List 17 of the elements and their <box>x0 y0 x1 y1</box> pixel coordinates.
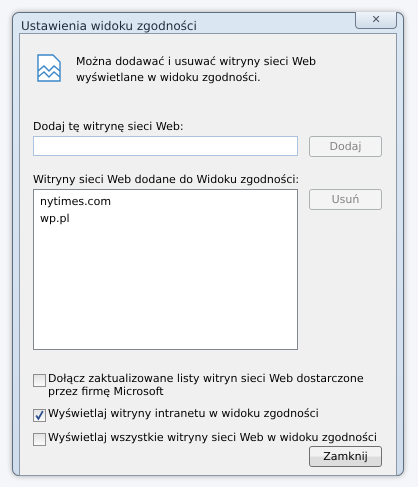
checkbox[interactable] <box>33 374 46 387</box>
window-title: Ustawienia widoku zgodności <box>21 19 197 33</box>
checkbox[interactable] <box>33 433 46 446</box>
document-icon <box>37 54 61 82</box>
website-list[interactable]: nytimes.com wp.pl <box>33 189 298 350</box>
list-label: Witryny sieci Web dodane do Widoku zgodności: <box>33 173 300 187</box>
close-dialog-button[interactable]: Zamknij <box>309 446 382 467</box>
checkbox[interactable] <box>33 409 46 422</box>
website-list-item[interactable]: wp.pl <box>40 210 291 227</box>
website-input-field[interactable] <box>33 136 298 156</box>
checkbox-label: Wyświetlaj witryny intranetu w widoku zgodności <box>48 407 320 420</box>
checkbox-label: Dołącz zaktualizowane listy witryn sieci Web dostarczone przez firmę Microsoft <box>48 372 365 398</box>
close-button[interactable]: ✕ <box>355 12 397 29</box>
field-label: Dodaj tę witrynę sieci Web: <box>33 120 185 134</box>
intro-text: Można dodawać i usuwać witryny sieci Web wyświetlane w widoku zgodności. <box>76 54 317 86</box>
website-list-item[interactable]: nytimes.com <box>40 193 291 210</box>
checkbox-label: Wyświetlaj wszystkie witryny sieci Web w widoku zgodności <box>48 431 378 444</box>
